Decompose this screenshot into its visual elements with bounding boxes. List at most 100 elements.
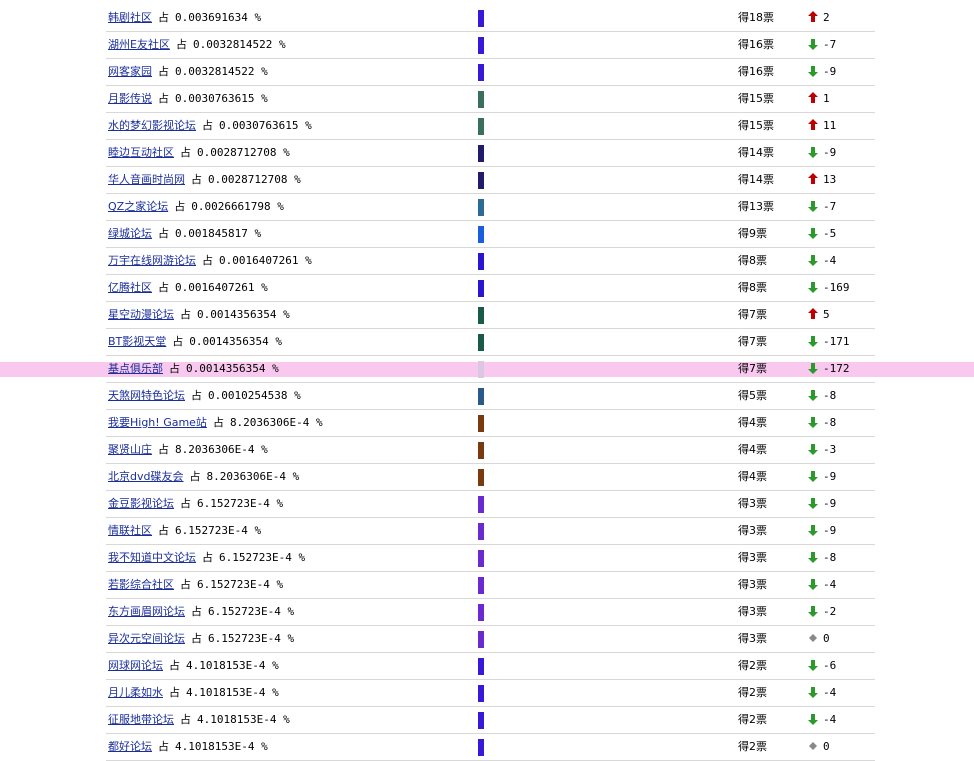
- share-bar: [478, 10, 484, 27]
- share-label: 占: [158, 281, 169, 294]
- share-label: 占: [202, 551, 213, 564]
- share-label: 占: [158, 443, 169, 456]
- forum-link[interactable]: 网客家园: [108, 65, 152, 78]
- rank-change: -172: [823, 362, 850, 375]
- row-highlight: [776, 362, 802, 377]
- rank-change: -8: [823, 416, 837, 429]
- vote-count: 得7票: [738, 335, 767, 348]
- share-percent: 8.2036306E-4 %: [206, 470, 300, 483]
- arrow-down-icon: [806, 712, 820, 726]
- forum-link[interactable]: 网球网论坛: [108, 659, 163, 672]
- share-percent: 0.0014356354 %: [189, 335, 282, 348]
- forum-link[interactable]: 韩剧社区: [108, 11, 152, 24]
- share-label: 占: [158, 65, 169, 78]
- vote-count: 得2票: [738, 740, 767, 753]
- share-percent: 6.152723E-4 %: [197, 578, 284, 591]
- share-percent: 6.152723E-4 %: [197, 497, 284, 510]
- forum-info: 网客家园占 0.0032814522 %: [108, 65, 268, 79]
- table-row: 征服地带论坛占 4.1018153E-4 % 得2票 -4: [106, 707, 875, 734]
- forum-link[interactable]: 月影传说: [108, 92, 152, 105]
- forum-info: 天煞网特色论坛占 0.0010254538 %: [108, 389, 301, 403]
- forum-link[interactable]: 异次元空间论坛: [108, 632, 185, 645]
- share-bar: [478, 118, 484, 135]
- forum-info: 我不知道中文论坛占 6.152723E-4 %: [108, 551, 305, 565]
- forum-link[interactable]: 天煞网特色论坛: [108, 389, 185, 402]
- share-percent: 0.0014356354 %: [197, 308, 290, 321]
- vote-count: 得3票: [738, 524, 767, 537]
- table-row: 我不知道中文论坛占 6.152723E-4 % 得3票 -8: [106, 545, 875, 572]
- forum-link[interactable]: 华人音画时尚网: [108, 173, 185, 186]
- row-highlight: [856, 362, 875, 377]
- vote-count: 得8票: [738, 254, 767, 267]
- forum-link[interactable]: 都好论坛: [108, 740, 152, 753]
- arrow-up-icon: [806, 307, 820, 321]
- forum-info: 异次元空间论坛占 6.152723E-4 %: [108, 632, 294, 646]
- arrow-down-icon: [806, 604, 820, 618]
- forum-link[interactable]: 星空动漫论坛: [108, 308, 174, 321]
- vote-count: 得3票: [738, 578, 767, 591]
- rank-change: -4: [823, 254, 837, 267]
- table-row: 亿腾社区占 0.0016407261 % 得8票 -169: [106, 275, 875, 302]
- forum-info: 华人音画时尚网占 0.0028712708 %: [108, 173, 301, 187]
- share-percent: 0.0028712708 %: [197, 146, 290, 159]
- forum-info: 征服地带论坛占 4.1018153E-4 %: [108, 713, 290, 727]
- share-bar: [478, 685, 484, 702]
- forum-link[interactable]: 聚贤山庄: [108, 443, 152, 456]
- share-percent: 8.2036306E-4 %: [175, 443, 268, 456]
- forum-link[interactable]: 情联社区: [108, 524, 152, 537]
- forum-link[interactable]: 月儿柔如水: [108, 686, 163, 699]
- vote-count: 得16票: [738, 65, 774, 78]
- forum-link[interactable]: 征服地带论坛: [108, 713, 174, 726]
- share-percent: 6.152723E-4 %: [175, 524, 262, 537]
- forum-info: 聚贤山庄占 8.2036306E-4 %: [108, 443, 268, 457]
- share-label: 占: [158, 740, 169, 753]
- forum-link[interactable]: 金豆影视论坛: [108, 497, 174, 510]
- forum-link[interactable]: 若影综合社区: [108, 578, 174, 591]
- forum-link[interactable]: 北京dvd碟友会: [108, 470, 183, 483]
- forum-link[interactable]: 东方画眉网论坛: [108, 605, 185, 618]
- table-row: BT影视天堂占 0.0014356354 % 得7票 -171: [106, 329, 875, 356]
- share-bar: [478, 199, 484, 216]
- forum-info: 水的梦幻影视论坛占 0.0030763615 %: [108, 119, 312, 133]
- forum-link[interactable]: 万宇在线网游论坛: [108, 254, 196, 267]
- arrow-down-icon: [806, 226, 820, 240]
- share-percent: 6.152723E-4 %: [208, 605, 295, 618]
- share-bar: [478, 415, 484, 432]
- rank-change: -9: [823, 146, 837, 159]
- share-percent: 0.0016407261 %: [219, 254, 312, 267]
- forum-info: 金豆影视论坛占 6.152723E-4 %: [108, 497, 283, 511]
- forum-link[interactable]: 我要High! Game站: [108, 416, 207, 429]
- forum-link[interactable]: BT影视天堂: [108, 335, 166, 348]
- share-label: 占: [180, 497, 191, 510]
- arrow-down-icon: [806, 145, 820, 159]
- arrow-down-icon: [806, 334, 820, 348]
- forum-link[interactable]: 水的梦幻影视论坛: [108, 119, 196, 132]
- rank-change: 0: [823, 632, 830, 645]
- vote-count: 得15票: [738, 119, 774, 132]
- share-label: 占: [191, 389, 202, 402]
- share-bar: [478, 604, 484, 621]
- arrow-down-icon: [806, 658, 820, 672]
- table-row: 网客家园占 0.0032814522 % 得16票 -9: [106, 59, 875, 86]
- arrow-down-icon: [806, 523, 820, 537]
- forum-link[interactable]: 基点俱乐部: [108, 362, 163, 375]
- table-row: 聚贤山庄占 8.2036306E-4 % 得4票 -3: [106, 437, 875, 464]
- rank-change: -8: [823, 389, 837, 402]
- share-bar: [478, 388, 484, 405]
- rank-change: 0: [823, 740, 830, 753]
- forum-link[interactable]: 绿城论坛: [108, 227, 152, 240]
- rank-change: -4: [823, 686, 837, 699]
- forum-info: 绿城论坛占 0.001845817 %: [108, 227, 261, 241]
- share-label: 占: [180, 578, 191, 591]
- forum-info: 月儿柔如水占 4.1018153E-4 %: [108, 686, 279, 700]
- table-row: 睦边互动社区占 0.0028712708 % 得14票 -9: [106, 140, 875, 167]
- forum-link[interactable]: 湖州E友社区: [108, 38, 170, 51]
- forum-link[interactable]: 我不知道中文论坛: [108, 551, 196, 564]
- arrow-up-icon: [806, 10, 820, 24]
- forum-link[interactable]: 睦边互动社区: [108, 146, 174, 159]
- share-percent: 4.1018153E-4 %: [175, 740, 268, 753]
- rank-change: 2: [823, 11, 830, 24]
- forum-link[interactable]: QZ之家论坛: [108, 200, 168, 213]
- forum-link[interactable]: 亿腾社区: [108, 281, 152, 294]
- vote-count: 得16票: [738, 38, 774, 51]
